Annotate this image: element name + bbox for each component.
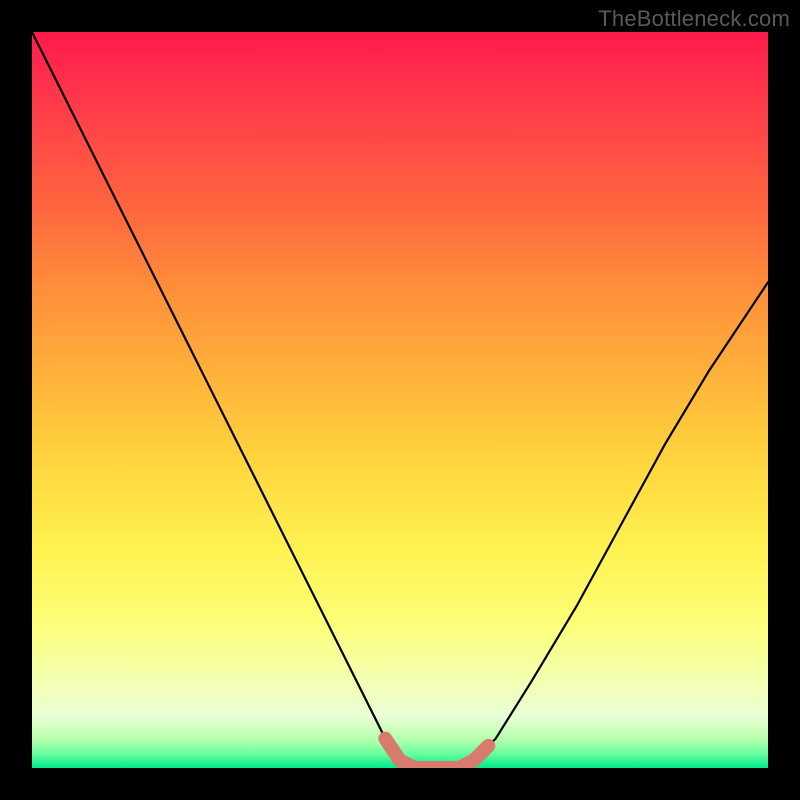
plot-area — [32, 32, 768, 768]
chart-frame: TheBottleneck.com — [0, 0, 800, 800]
curve-layer — [32, 32, 768, 768]
bottleneck-curve — [32, 32, 768, 768]
watermark-text: TheBottleneck.com — [598, 6, 790, 32]
optimal-range-highlight — [385, 739, 488, 768]
